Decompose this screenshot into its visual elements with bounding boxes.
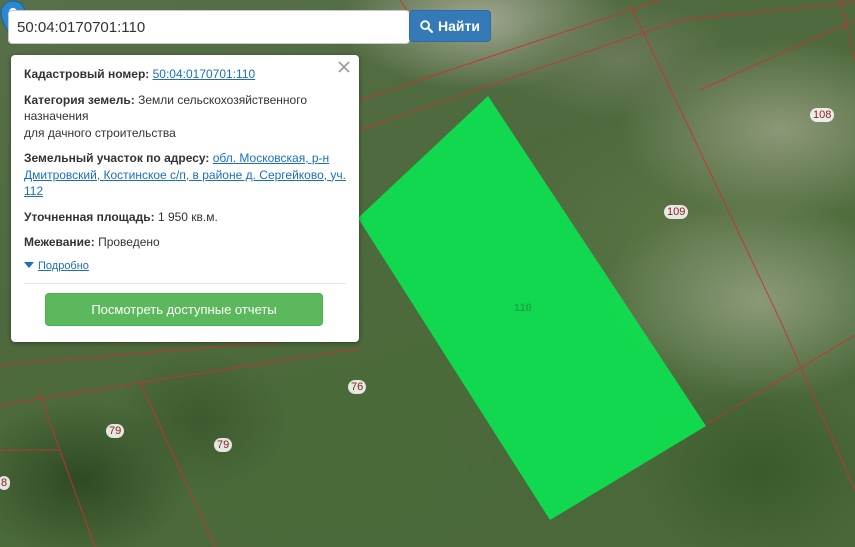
parcel-boundary [704,334,855,426]
category-row: Категория земель: Земли сельскохозяйстве… [24,92,346,142]
area-label: Уточненная площадь: [24,209,155,224]
selected-parcel-label: 110 [514,302,532,314]
search-icon [420,19,434,33]
caret-down-icon [24,262,34,269]
plot-label-79b: 79 [214,438,233,452]
plot-label-109: 109 [664,205,689,219]
close-icon[interactable] [337,60,351,74]
details-link[interactable]: Подробно [38,258,89,275]
parcel-boundary [839,0,855,61]
cadastral-row: Кадастровый номер: 50:04:0170701:110 [24,66,346,83]
parcel-boundary [699,19,855,91]
category-label: Категория земель: [24,92,135,107]
parcel-info-panel: Кадастровый номер: 50:04:0170701:110 Кат… [11,55,359,342]
survey-value: Проведено [98,235,160,249]
plot-label-79a: 79 [106,424,125,438]
area-value: 1 950 кв.м. [157,209,218,224]
parcel-boundary [139,381,216,547]
cadastral-link[interactable]: 50:04:0170701:110 [153,67,256,81]
search-button-label: Найти [438,18,480,34]
search-button[interactable]: Найти [409,10,491,42]
search-input[interactable] [8,10,410,44]
view-reports-button[interactable]: Посмотреть доступные отчеты [45,293,323,326]
survey-row: Межевание: Проведено [24,234,346,251]
details-toggle[interactable]: Подробно [24,258,346,275]
cadastral-label: Кадастровый номер: [24,67,150,81]
survey-label: Межевание: [24,235,95,249]
address-label: Земельный участок по адресу: [24,151,210,165]
area-row: Уточненная площадь: 1 950 кв.м. [24,209,346,226]
divider [24,283,346,284]
parcel-boundary [0,347,361,406]
address-row: Земельный участок по адресу: обл. Москов… [24,150,346,200]
parcel-boundary [37,389,96,547]
plot-label-108: 108 [810,108,835,122]
plot-label-76: 76 [348,380,367,394]
category-value-extra: для дачного строительства [24,125,176,140]
